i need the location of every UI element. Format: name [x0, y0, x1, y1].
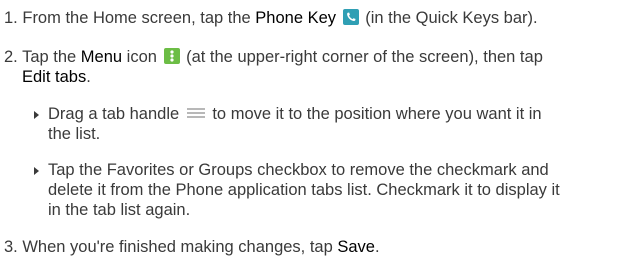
bullet-2-line-2: delete it from the Phone application tab… [48, 180, 560, 200]
phone-key-icon [342, 9, 359, 25]
bullet-2-line-3: in the tab list again. [48, 200, 190, 220]
bullet-text: in the tab list again. [48, 201, 191, 219]
ui-term-phone-key: Phone Key [255, 9, 337, 27]
bullet-text: delete it from the Phone application tab… [48, 181, 560, 199]
ui-term-save: Save [337, 238, 375, 256]
step-number: 1. [4, 9, 18, 27]
step-2-continuation: Edit tabs. [22, 67, 91, 87]
bullet-text: to move it to the position where you wan… [207, 105, 542, 123]
bullet-1-line-1: Drag a tab handle to move it to the posi… [48, 104, 542, 124]
instruction-document: 1. From the Home screen, tap the Phone K… [0, 0, 638, 268]
bullet-1-line-2: the list. [48, 124, 100, 144]
ui-term-edit-tabs: Edit tabs [22, 68, 87, 86]
step-number: 2. [4, 48, 18, 66]
step-2: 2. Tap the Menu icon (at the upper-right… [4, 47, 543, 67]
step-text: Tap the [22, 48, 81, 66]
step-text: From the Home screen, tap the [22, 9, 256, 27]
step-text: icon [122, 48, 162, 66]
bullet-arrow-icon [34, 111, 39, 119]
step-text: When you're finished making changes, tap [22, 238, 338, 256]
bullet-text: Tap the Favorites or Groups checkbox to … [48, 161, 549, 179]
drag-handle-icon [186, 108, 205, 118]
step-text: (at the upper-right corner of the screen… [181, 48, 543, 66]
step-text: . [374, 238, 380, 256]
bullet-text: Drag a tab handle [48, 105, 184, 123]
ui-term-menu: Menu [80, 48, 123, 66]
bullet-text: the list. [48, 125, 101, 143]
step-3: 3. When you're finished making changes, … [4, 237, 380, 257]
step-text: . [86, 68, 91, 86]
bullet-2-line-1: Tap the Favorites or Groups checkbox to … [48, 160, 549, 180]
bullet-arrow-icon [34, 167, 39, 175]
step-1: 1. From the Home screen, tap the Phone K… [4, 8, 538, 28]
step-text-suffix: (in the Quick Keys bar). [360, 9, 538, 27]
menu-icon [163, 48, 180, 64]
step-number: 3. [4, 238, 18, 256]
